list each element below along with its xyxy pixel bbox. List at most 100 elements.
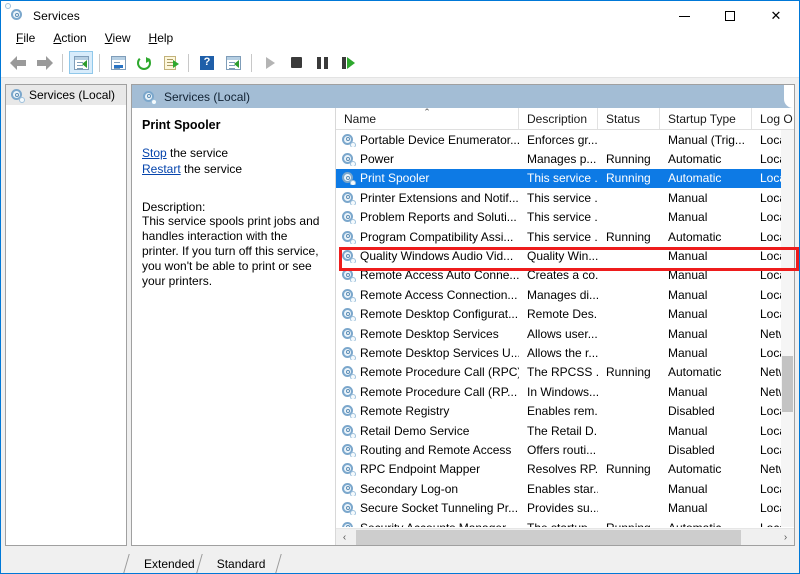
stop-service-button[interactable] bbox=[284, 51, 308, 74]
cell-startup: Manual bbox=[668, 481, 708, 496]
menu-view[interactable]: View bbox=[96, 29, 140, 47]
cell-startup: Manual bbox=[668, 249, 708, 264]
service-name-text: Retail Demo Service bbox=[360, 423, 470, 438]
cell-description: Allows user... bbox=[527, 326, 598, 341]
console-tree-icon bbox=[73, 55, 89, 70]
refresh-button[interactable] bbox=[132, 51, 156, 74]
hscroll-left-button[interactable]: ‹ bbox=[336, 528, 353, 545]
hscroll-right-button[interactable]: › bbox=[777, 528, 794, 545]
tab-standard[interactable]: Standard bbox=[204, 554, 276, 573]
properties-window-icon bbox=[110, 55, 126, 70]
menu-help[interactable]: Help bbox=[140, 29, 183, 47]
stop-service-suffix: the service bbox=[166, 146, 229, 160]
show-action-pane-button[interactable] bbox=[221, 51, 245, 74]
pause-icon bbox=[316, 56, 328, 69]
service-gear-icon bbox=[341, 424, 356, 438]
toolbar-separator-2 bbox=[99, 53, 100, 72]
cell-description: This service ... bbox=[527, 190, 598, 205]
menu-action[interactable]: Action bbox=[44, 29, 95, 47]
table-row[interactable]: Problem Reports and Soluti... This servic… bbox=[336, 208, 794, 227]
cell-status: Running bbox=[606, 171, 651, 186]
help-button[interactable]: ? bbox=[195, 51, 219, 74]
table-row[interactable]: Printer Extensions and Notif... This serv… bbox=[336, 188, 794, 207]
table-row[interactable]: Portable Device Enumerator... Enforces gr… bbox=[336, 130, 794, 149]
service-gear-icon bbox=[341, 501, 356, 516]
service-name-text: Remote Procedure Call (RPC) bbox=[360, 365, 519, 380]
table-row[interactable]: Power Manages p... Running Automatic Local bbox=[336, 149, 794, 168]
cell-name: Remote Access Auto Conne... bbox=[336, 268, 519, 283]
cell-description: This service ... bbox=[527, 171, 598, 186]
restart-service-link[interactable]: Restart bbox=[142, 162, 181, 176]
service-name-text: Problem Reports and Soluti... bbox=[360, 210, 517, 225]
pause-service-button[interactable] bbox=[310, 51, 334, 74]
list-header-row: Name ⌃ Description Status Startup Type Log O bbox=[336, 108, 794, 130]
table-row[interactable]: Remote Access Auto Conne... Creates a co.… bbox=[336, 266, 794, 285]
cell-name: Problem Reports and Soluti... bbox=[336, 210, 519, 225]
column-header-log-o[interactable]: Log O bbox=[752, 108, 794, 129]
service-gear-icon bbox=[341, 133, 356, 147]
toolbar-separator-1 bbox=[62, 53, 63, 72]
cell-description: The Retail D... bbox=[527, 423, 598, 438]
service-name-text: Quality Windows Audio Vid... bbox=[360, 249, 514, 264]
column-header-status[interactable]: Status bbox=[598, 108, 660, 129]
table-row[interactable]: Security Accounts Manager The startup ...… bbox=[336, 518, 794, 527]
table-row[interactable]: Secure Socket Tunneling Pr... Provides su… bbox=[336, 498, 794, 517]
menu-file[interactable]: File bbox=[7, 29, 44, 47]
table-row[interactable]: Secondary Log-on Enables star... Manual Loc… bbox=[336, 479, 794, 498]
table-row[interactable]: Remote Desktop Services Allows user... Man… bbox=[336, 324, 794, 343]
column-header-description[interactable]: Description bbox=[519, 108, 598, 129]
help-question-icon: ? bbox=[200, 55, 214, 70]
stop-service-link[interactable]: Stop bbox=[142, 146, 167, 160]
service-gear-icon bbox=[341, 171, 356, 186]
cell-name: Security Accounts Manager bbox=[336, 521, 519, 527]
table-row[interactable]: Routing and Remote Access Offers routi...… bbox=[336, 440, 794, 459]
table-row[interactable]: Remote Desktop Services U... Allows the r… bbox=[336, 343, 794, 362]
vertical-scrollbar-thumb[interactable] bbox=[782, 356, 793, 412]
cell-name: Remote Desktop Services bbox=[336, 327, 519, 341]
table-row[interactable]: Retail Demo Service The Retail D... Manual… bbox=[336, 421, 794, 440]
tree-item-services-local[interactable]: Services (Local) bbox=[6, 85, 126, 105]
table-row[interactable]: RPC Endpoint Mapper Resolves RP... Running… bbox=[336, 460, 794, 479]
back-button[interactable] bbox=[6, 51, 30, 74]
column-header-startup-type[interactable]: Startup Type bbox=[660, 108, 752, 129]
service-name-text: Routing and Remote Access bbox=[360, 442, 512, 457]
export-list-button[interactable] bbox=[158, 51, 182, 74]
horizontal-scrollbar[interactable]: ‹ › bbox=[336, 528, 794, 545]
hscroll-track[interactable] bbox=[353, 528, 777, 545]
service-gear-icon bbox=[341, 268, 356, 283]
table-row[interactable]: Remote Desktop Configurat... Remote Des..… bbox=[336, 305, 794, 324]
service-name-text: Remote Access Connection... bbox=[360, 287, 518, 302]
menu-view-rest: iew bbox=[112, 30, 131, 45]
service-gear-icon bbox=[341, 346, 356, 360]
services-gear-icon bbox=[10, 88, 25, 103]
table-row-selected[interactable]: Print Spooler This service ... Running Auto… bbox=[336, 168, 794, 189]
menu-file-rest: ile bbox=[23, 30, 36, 45]
start-service-button[interactable] bbox=[258, 51, 282, 74]
cell-description: Enforces gr... bbox=[527, 132, 598, 147]
table-row[interactable]: Remote Procedure Call (RPC) The RPCSS ...… bbox=[336, 363, 794, 382]
cell-status: Running bbox=[606, 462, 651, 477]
tab-extended[interactable]: Extended bbox=[132, 554, 205, 573]
vertical-scrollbar[interactable] bbox=[781, 130, 794, 527]
show-hide-console-tree-button[interactable] bbox=[69, 51, 93, 74]
cell-description: Provides su... bbox=[527, 501, 598, 516]
column-header-name[interactable]: Name ⌃ bbox=[336, 108, 519, 129]
table-row[interactable]: Remote Procedure Call (RP... In Windows..… bbox=[336, 382, 794, 401]
properties-button[interactable] bbox=[106, 51, 130, 74]
table-row[interactable]: Remote Registry Enables rem... Disabled Loc… bbox=[336, 401, 794, 420]
service-gear-icon bbox=[341, 230, 356, 244]
cell-startup: Automatic bbox=[668, 462, 722, 477]
hscroll-thumb[interactable] bbox=[356, 529, 741, 545]
cell-startup: Manual bbox=[668, 307, 708, 322]
view-tabs: Extended Standard bbox=[1, 550, 799, 573]
cell-name: Printer Extensions and Notif... bbox=[336, 191, 519, 205]
action-pane-icon bbox=[225, 55, 241, 70]
cell-startup: Manual bbox=[668, 268, 708, 283]
restart-service-button[interactable] bbox=[336, 51, 360, 74]
cell-name: Routing and Remote Access bbox=[336, 443, 519, 457]
table-row[interactable]: Program Compatibility Assi... This servic… bbox=[336, 227, 794, 246]
forward-button[interactable] bbox=[32, 51, 56, 74]
table-row[interactable]: Quality Windows Audio Vid... Quality Win.… bbox=[336, 246, 794, 265]
stop-service-action: Stop the service bbox=[142, 146, 327, 160]
table-row[interactable]: Remote Access Connection... Manages di...… bbox=[336, 285, 794, 304]
